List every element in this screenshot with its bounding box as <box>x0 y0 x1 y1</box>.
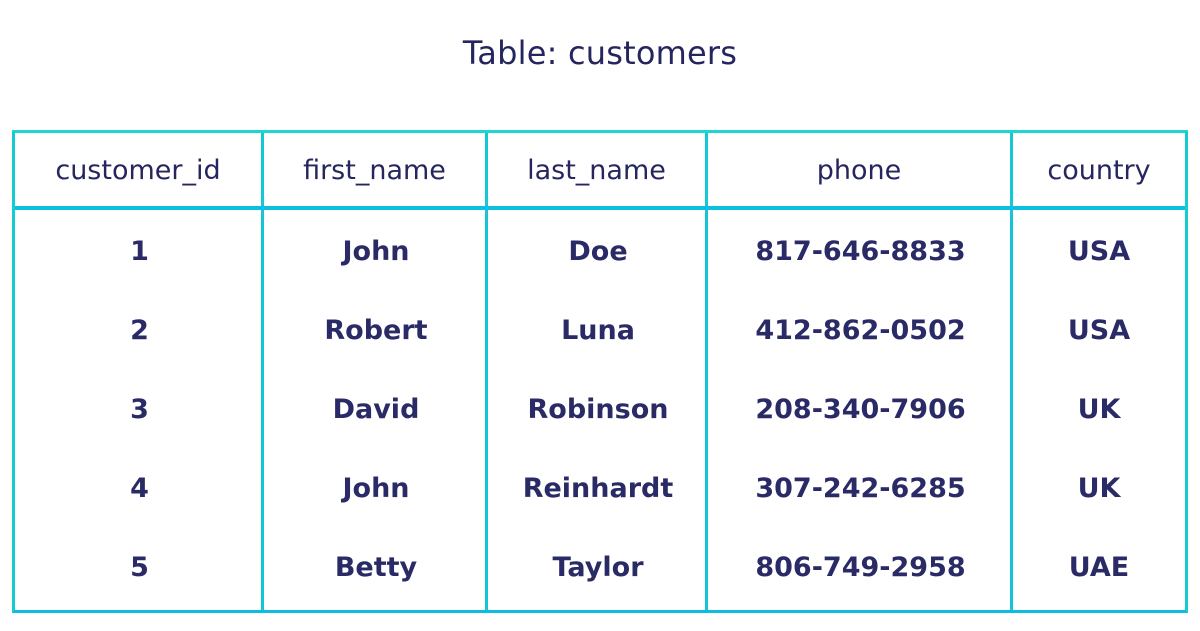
cell-first-name: Betty <box>334 552 418 583</box>
table-title: Table: customers <box>462 34 738 72</box>
cell-country: UK <box>1077 473 1121 504</box>
table-row: 4 John Reinhardt 307-242-6285 UK <box>15 449 1185 528</box>
cell-first-name: John <box>342 473 410 504</box>
cell-country: USA <box>1067 315 1131 346</box>
cell-first-name: Robert <box>324 315 428 346</box>
table-row: 1 John Doe 817-646-8833 USA <box>15 212 1185 291</box>
table-header-row: customer_id first_name last_name phone c… <box>15 133 1185 210</box>
table-body: 1 John Doe 817-646-8833 USA 2 Robert Lun… <box>15 210 1185 610</box>
column-header-customer-id: customer_id <box>15 133 264 206</box>
cell-first-name: John <box>342 236 410 267</box>
customers-table: customer_id first_name last_name phone c… <box>12 130 1188 613</box>
cell-last-name: Luna <box>561 315 635 346</box>
cell-last-name: Robinson <box>527 394 669 425</box>
cell-customer-id: 4 <box>130 473 149 504</box>
cell-phone: 307-242-6285 <box>755 473 966 504</box>
cell-last-name: Doe <box>568 236 628 267</box>
cell-customer-id: 1 <box>130 236 149 267</box>
column-header-first-name: first_name <box>264 133 488 206</box>
table-row: 2 Robert Luna 412-862-0502 USA <box>15 291 1185 370</box>
cell-last-name: Reinhardt <box>522 473 674 504</box>
column-header-phone: phone <box>708 133 1013 206</box>
cell-phone: 806-749-2958 <box>755 552 966 583</box>
cell-country: UAE <box>1068 552 1130 583</box>
cell-phone: 412-862-0502 <box>755 315 966 346</box>
table-row: 3 David Robinson 208-340-7906 UK <box>15 370 1185 449</box>
cell-first-name: David <box>332 394 420 425</box>
cell-customer-id: 3 <box>130 394 149 425</box>
cell-country: UK <box>1077 394 1121 425</box>
cell-customer-id: 2 <box>130 315 149 346</box>
column-header-country: country <box>1047 155 1151 186</box>
cell-customer-id: 5 <box>130 552 149 583</box>
cell-phone: 817-646-8833 <box>755 236 966 267</box>
table-row: 5 Betty Taylor 806-749-2958 UAE <box>15 528 1185 607</box>
cell-phone: 208-340-7906 <box>755 394 966 425</box>
column-header-last-name: last_name <box>488 133 708 206</box>
cell-country: USA <box>1067 236 1131 267</box>
cell-last-name: Taylor <box>552 552 644 583</box>
